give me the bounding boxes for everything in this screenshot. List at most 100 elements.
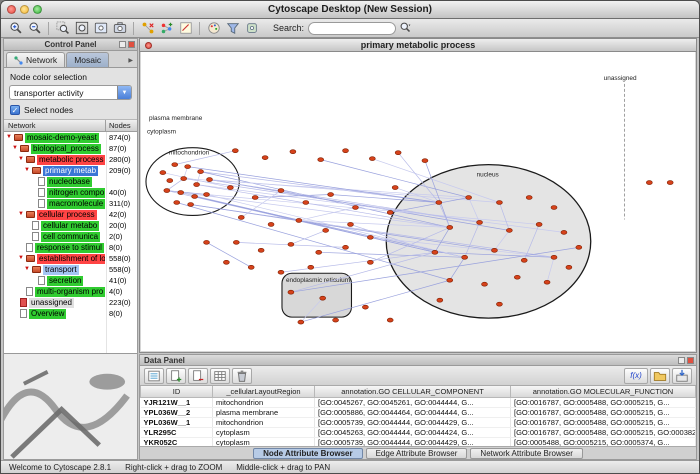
network-node[interactable]: [192, 195, 198, 199]
table-row[interactable]: YKR052Ccytoplasm[GO:0005739, GO:0044444,…: [141, 437, 696, 446]
network-node[interactable]: [667, 181, 673, 185]
birdseye-view-button[interactable]: [91, 20, 110, 37]
select-nodes-checkbox[interactable]: ✓: [10, 105, 20, 115]
float-panel-icon[interactable]: [678, 357, 685, 364]
table-cell[interactable]: YPL036W__2: [141, 407, 213, 417]
network-node[interactable]: [194, 183, 200, 187]
fit-content-button[interactable]: [72, 20, 91, 37]
expand-arrow-icon[interactable]: ▼: [18, 253, 26, 264]
network-node[interactable]: [252, 196, 258, 200]
network-node[interactable]: [437, 298, 443, 302]
network-node[interactable]: [198, 170, 204, 174]
trash-button[interactable]: [232, 368, 252, 384]
network-node[interactable]: [185, 165, 191, 169]
tree-item[interactable]: cellular metabo20(0): [4, 220, 137, 231]
table-cell[interactable]: [GO:0005739, GO:0044444, GO:0044429, G..…: [315, 437, 511, 446]
network-node[interactable]: [447, 225, 453, 229]
tree-item[interactable]: nucleobase: [4, 176, 137, 187]
network-node[interactable]: [258, 248, 264, 252]
network-node[interactable]: [466, 196, 472, 200]
table-cell[interactable]: [GO:0045263, GO:0044444, GO:0044424, G..…: [315, 427, 511, 437]
tab-network-attribute-browser[interactable]: Network Attribute Browser: [470, 448, 582, 459]
table-cell[interactable]: [GO:0005739, GO:0044444, GO:0044429, G..…: [315, 417, 511, 427]
tab-mosaic[interactable]: Mosaic: [66, 52, 109, 67]
network-canvas[interactable]: plasma membrane cytoplasm mitochondrion …: [141, 52, 695, 351]
table-cell[interactable]: mitochondrion: [213, 397, 315, 407]
tree-item[interactable]: ▼primary metab209(0): [4, 165, 137, 176]
network-node[interactable]: [551, 205, 557, 209]
network-window-titlebar[interactable]: primary metabolic process: [140, 39, 696, 52]
network-node[interactable]: [328, 193, 334, 197]
network-node[interactable]: [290, 150, 296, 154]
filter-button[interactable]: [223, 20, 242, 37]
table-cell[interactable]: [GO:0005886, GO:0044464, GO:0044444, G..…: [315, 407, 511, 417]
network-node[interactable]: [181, 177, 187, 181]
tree-item[interactable]: nitrogen compo40(0): [4, 187, 137, 198]
snapshot-button[interactable]: [110, 20, 129, 37]
tree-item[interactable]: secretion41(0): [4, 275, 137, 286]
zoom-in-button[interactable]: [6, 20, 25, 37]
tree-item[interactable]: ▼transport558(0): [4, 264, 137, 275]
table-row[interactable]: YPL036W__1mitochondrion[GO:0005739, GO:0…: [141, 417, 696, 427]
network-node[interactable]: [248, 265, 254, 269]
create-attribute-button[interactable]: [166, 368, 186, 384]
zoom-selected-button[interactable]: [53, 20, 72, 37]
table-cell[interactable]: YPL036W__1: [141, 417, 213, 427]
network-node[interactable]: [462, 255, 468, 259]
network-node[interactable]: [544, 280, 550, 284]
color-attribute-select[interactable]: transporter activity ▼: [9, 85, 132, 100]
network-node[interactable]: [576, 245, 582, 249]
network-node[interactable]: [646, 181, 652, 185]
network-node[interactable]: [164, 189, 170, 193]
network-node[interactable]: [432, 250, 438, 254]
table-row[interactable]: YLR295Ccytoplasm[GO:0045263, GO:0044444,…: [141, 427, 696, 437]
table-cell[interactable]: YJR121W__1: [141, 397, 213, 407]
float-panel-icon[interactable]: [119, 41, 126, 48]
network-node[interactable]: [204, 240, 210, 244]
tree-item[interactable]: ▼metabolic process280(0): [4, 154, 137, 165]
tree-item[interactable]: Overview8(0): [4, 308, 137, 319]
table-cell[interactable]: [GO:0016787, GO:0005488, GO:0005215, G..…: [511, 417, 696, 427]
network-edge[interactable]: [201, 172, 439, 203]
network-node[interactable]: [436, 201, 442, 205]
network-node[interactable]: [172, 163, 178, 167]
network-edge[interactable]: [291, 230, 326, 244]
network-node[interactable]: [395, 151, 401, 155]
tab-edge-attribute-browser[interactable]: Edge Attribute Browser: [366, 448, 468, 459]
network-node[interactable]: [482, 282, 488, 286]
network-node[interactable]: [333, 318, 339, 322]
tree-item[interactable]: response to stimul8(0): [4, 242, 137, 253]
network-node[interactable]: [167, 179, 173, 183]
plugin-manager-button[interactable]: [242, 20, 261, 37]
tree-item[interactable]: macromolecule311(0): [4, 198, 137, 209]
network-node[interactable]: [369, 157, 375, 161]
table-cell[interactable]: [GO:0005488, GO:0005215, GO:0005374, G..…: [511, 437, 696, 446]
table-cell[interactable]: [GO:0045267, GO:0045261, GO:0044444, G..…: [315, 397, 511, 407]
network-node[interactable]: [278, 270, 284, 274]
network-node[interactable]: [496, 302, 502, 306]
tree-column-network[interactable]: Network: [4, 120, 106, 131]
table-row[interactable]: YJR121W__1mitochondrion[GO:0045267, GO:0…: [141, 397, 696, 407]
expand-arrow-icon[interactable]: ▼: [18, 209, 26, 220]
table-cell[interactable]: [GO:0016787, GO:0005488, GO:0005215, G..…: [511, 407, 696, 417]
network-node[interactable]: [308, 265, 314, 269]
table-row[interactable]: YPL036W__2plasma membrane[GO:0005886, GO…: [141, 407, 696, 417]
expand-arrow-icon[interactable]: ▼: [24, 264, 32, 275]
tree-column-nodes[interactable]: Nodes: [106, 120, 137, 131]
network-node[interactable]: [268, 222, 274, 226]
tree-item[interactable]: multi-organism pro4(0): [4, 286, 137, 297]
network-node[interactable]: [387, 318, 393, 322]
network-node[interactable]: [238, 215, 244, 219]
network-node[interactable]: [566, 265, 572, 269]
network-node[interactable]: [551, 255, 557, 259]
network-node[interactable]: [447, 278, 453, 282]
network-node[interactable]: [233, 240, 239, 244]
network-node[interactable]: [318, 158, 324, 162]
expand-arrow-icon[interactable]: ▼: [12, 143, 20, 154]
select-attributes-button[interactable]: [144, 368, 164, 384]
tree-item[interactable]: cell communica2(0): [4, 231, 137, 242]
network-node[interactable]: [477, 220, 483, 224]
formula-builder-button[interactable]: f(x): [624, 368, 648, 384]
expand-arrow-icon[interactable]: ▼: [24, 165, 32, 176]
network-node[interactable]: [348, 222, 354, 226]
